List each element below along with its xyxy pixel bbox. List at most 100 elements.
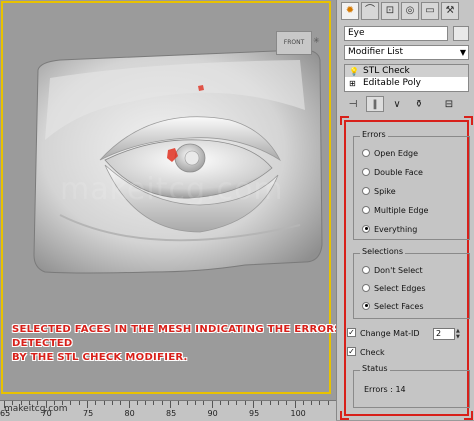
chevron-down-icon: ▼ [459, 48, 466, 57]
ruler-minor-tick [269, 401, 271, 405]
site-watermark: makeitcg.com [4, 404, 68, 414]
ruler-minor-tick [145, 401, 147, 405]
ruler-label: 85 [166, 409, 177, 418]
ruler-label: 95 [249, 409, 260, 418]
radio-spike[interactable]: Spike [362, 186, 396, 198]
ruler-minor-tick [95, 401, 97, 405]
stack-item-editable-poly[interactable]: ⊞ Editable Poly [345, 77, 468, 89]
caption-line-2: BY THE STL CHECK MODIFIER. [12, 352, 188, 363]
ruler-minor-tick [219, 401, 221, 405]
modifier-stack[interactable]: 💡 STL Check ⊞ Editable Poly [344, 64, 469, 92]
ruler-major-tick [253, 401, 254, 408]
radio-multiple-edge[interactable]: Multiple Edge [362, 205, 428, 217]
hierarchy-icon: ⊡ [385, 5, 395, 16]
remove-modifier-button[interactable]: ⚱ [410, 96, 428, 112]
stack-item-label: STL Check [363, 66, 410, 76]
radio-select-edges[interactable]: Select Edges [362, 283, 426, 295]
show-end-result-button[interactable]: ‖ [366, 96, 384, 112]
watermark: makeitcg.com [60, 172, 284, 207]
selections-title: Selections [360, 247, 406, 256]
ruler-minor-tick [236, 401, 238, 405]
viewport[interactable]: FRONT ✳ makeitcg.com SELECTED FACES IN T… [0, 0, 336, 400]
object-name-field[interactable]: Eye [344, 26, 448, 41]
ruler-minor-tick [103, 401, 105, 405]
ruler-minor-tick [327, 401, 329, 405]
ruler-minor-tick [70, 401, 72, 405]
rollout-corner-mark [340, 411, 349, 420]
mat-id-spinner-arrows[interactable]: ▲ ▼ [456, 328, 464, 340]
viewcube-label: FRONT [283, 39, 305, 46]
pin-stack-button[interactable]: ⊣ [344, 96, 362, 112]
ruler-minor-tick [277, 401, 279, 405]
ruler-minor-tick [286, 401, 288, 405]
radio-dont-select[interactable]: Don't Select [362, 265, 423, 277]
ruler-label: 80 [124, 409, 135, 418]
rollout-corner-mark [464, 116, 473, 125]
expand-plus-icon[interactable]: ⊞ [349, 78, 356, 90]
tab-utilities[interactable]: ⚒ [441, 2, 459, 20]
ruler-minor-tick [203, 401, 205, 405]
ruler-major-tick [170, 401, 171, 408]
selections-group: Selections Don't Select Select Edges Sel… [353, 247, 470, 319]
ruler-major-tick [87, 401, 88, 408]
ruler-label: 75 [83, 409, 94, 418]
command-panel-tabs: ✹ ⌒ ⊡ ◎ ▭ ⚒ [341, 2, 459, 20]
ruler-minor-tick [153, 401, 155, 405]
stack-item-stl-check[interactable]: 💡 STL Check [345, 65, 468, 77]
error-count: Errors : 14 [364, 385, 406, 394]
ruler-minor-tick [302, 401, 304, 405]
configure-sets-button[interactable]: ⊟ [440, 96, 458, 112]
status-group: Status Errors : 14 [353, 364, 470, 408]
tab-hierarchy[interactable]: ⊡ [381, 2, 399, 20]
modifier-list-dropdown[interactable]: Modifier List ▼ [344, 45, 469, 60]
viewcube-pin-icon: ✳ [313, 36, 320, 45]
errors-title: Errors [360, 130, 388, 139]
stack-toolbar: ⊣ ‖ ∨ ⚱ ⊟ [344, 96, 469, 114]
ruler-minor-tick [261, 401, 263, 405]
ruler-major-tick [128, 401, 130, 408]
viewcube[interactable]: FRONT ✳ [276, 31, 320, 55]
radio-everything[interactable]: Everything [362, 224, 417, 236]
radio-double-face[interactable]: Double Face [362, 167, 423, 179]
modifier-list-label: Modifier List [348, 47, 403, 57]
display-icon: ▭ [425, 5, 435, 16]
ruler-minor-tick [319, 401, 321, 405]
sun-icon: ✹ [345, 5, 355, 16]
ruler-label: 90 [207, 409, 218, 418]
motion-icon: ◎ [405, 5, 415, 16]
stack-item-label: Editable Poly [363, 78, 421, 88]
ruler-minor-tick [194, 401, 196, 405]
make-unique-button[interactable]: ∨ [388, 96, 406, 112]
curve-icon: ⌒ [365, 5, 375, 16]
annotation-caption: SELECTED FACES IN THE MESH INDICATING TH… [12, 323, 336, 365]
ruler-major-tick [211, 401, 213, 408]
ruler-minor-tick [111, 401, 113, 405]
ruler-minor-tick [78, 401, 80, 405]
radio-open-edge[interactable]: Open Edge [362, 148, 418, 160]
ruler-minor-tick [136, 401, 138, 405]
check-checkbox[interactable]: ✓ Check [347, 347, 385, 359]
command-panel: ✹ ⌒ ⊡ ◎ ▭ ⚒ Eye Modifier List ▼ 💡 STL Ch… [336, 0, 474, 420]
errors-group: Errors Open Edge Double Face Spike Multi… [353, 130, 470, 240]
change-mat-id-checkbox[interactable]: ✓ Change Mat-ID [347, 328, 420, 340]
ruler-minor-tick [228, 401, 230, 405]
rollout-corner-mark [464, 411, 473, 420]
object-color-swatch[interactable] [453, 26, 469, 41]
ruler-minor-tick [311, 401, 313, 405]
tab-motion[interactable]: ◎ [401, 2, 419, 20]
radio-select-faces[interactable]: Select Faces [362, 301, 423, 313]
stl-check-rollout: Errors Open Edge Double Face Spike Multi… [340, 116, 473, 420]
rollout-corner-mark [340, 116, 349, 125]
mat-id-input[interactable]: 2 [433, 328, 455, 340]
caption-line-1: SELECTED FACES IN THE MESH INDICATING TH… [12, 324, 336, 349]
tab-modify[interactable]: ⌒ [361, 2, 379, 20]
tab-create[interactable]: ✹ [341, 2, 359, 20]
ruler-minor-tick [244, 401, 246, 405]
utilities-icon: ⚒ [445, 5, 455, 16]
ruler-minor-tick [120, 401, 122, 405]
ruler-label: 100 [290, 409, 306, 418]
ruler-minor-tick [161, 401, 163, 405]
status-title: Status [360, 364, 390, 373]
ruler-major-tick [294, 401, 296, 408]
tab-display[interactable]: ▭ [421, 2, 439, 20]
